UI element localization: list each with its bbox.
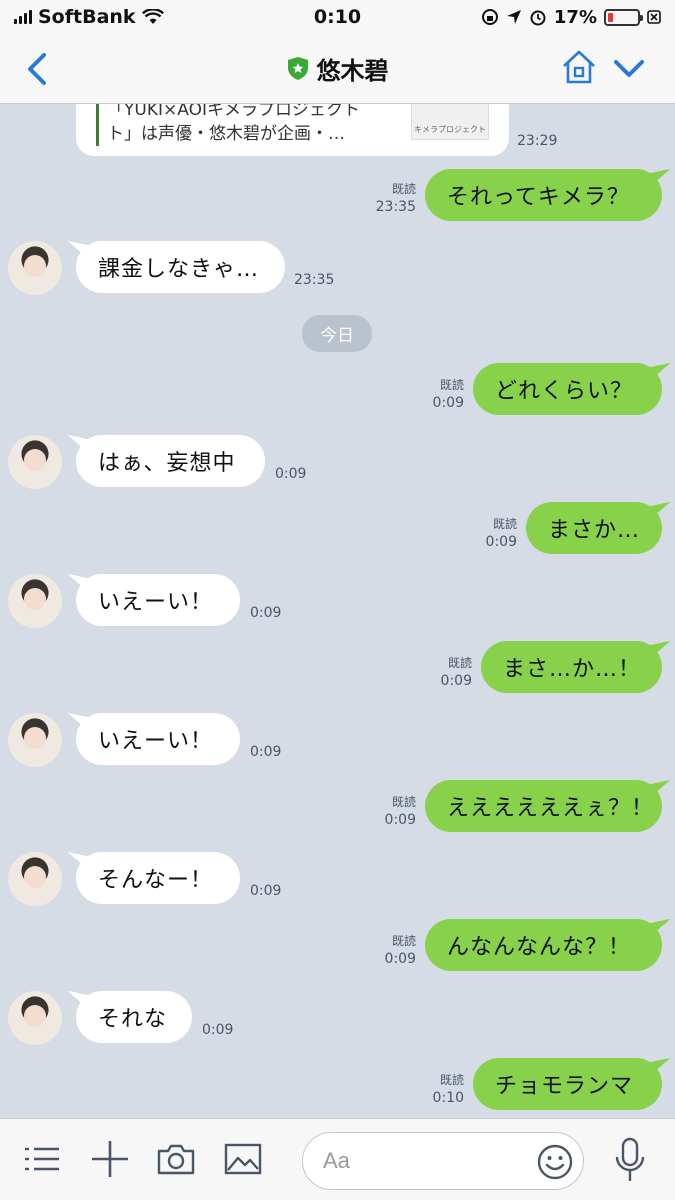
verified-shield-icon [287,57,308,80]
message-input-placeholder: Aa [323,1148,350,1173]
message-time: 0:09 [202,1022,234,1038]
incoming-message[interactable]: いえーい！ [76,574,240,626]
incoming-message[interactable]: いえーい！ [76,713,240,765]
incoming-message[interactable]: それな [76,991,192,1043]
read-receipt: 既読 0:09 [366,932,416,968]
home-icon[interactable] [560,48,598,88]
battery-percent: 17% [553,6,597,28]
outgoing-message[interactable]: どれくらい？ [473,363,662,415]
chevron-left-icon [28,53,46,85]
read-receipt: 既読 23:35 [366,180,416,216]
battery-icon [604,8,643,26]
outgoing-message[interactable]: チョモランマ [473,1058,662,1110]
camera-icon[interactable] [156,1139,196,1179]
signal-icon [14,10,32,24]
read-label: 既読 [447,656,472,670]
message-time: 0:09 [440,673,472,689]
rotation-lock-icon [481,9,498,25]
link-preview-line2: ト」は声優・悠木碧が企画・… [107,124,345,144]
message-input[interactable]: Aa [302,1132,584,1190]
charging-icon [647,10,661,24]
incoming-message[interactable]: はぁ、妄想中 [76,435,265,487]
outgoing-message[interactable]: んなんなんな？！ [425,919,662,971]
message-time: 0:09 [275,466,307,482]
read-receipt: 既読 0:09 [366,793,416,829]
link-preview-thumb-text: キメラプロジェクト [414,125,486,134]
location-icon [506,10,521,24]
avatar[interactable] [8,713,62,767]
read-label: 既読 [391,934,416,948]
image-icon[interactable] [223,1139,263,1179]
read-receipt: 既読 0:09 [414,376,464,412]
avatar[interactable] [8,852,62,906]
message-time: 0:09 [250,605,282,621]
incoming-message[interactable]: そんなー！ [76,852,240,904]
list-icon[interactable] [22,1139,62,1179]
message-time: 23:35 [375,199,416,215]
avatar[interactable] [8,574,62,628]
read-receipt: 既読 0:09 [422,654,472,690]
chat-header: 悠木碧 [0,34,675,104]
read-label: 既読 [391,795,416,809]
read-label: 既読 [391,182,416,196]
outgoing-message[interactable]: それってキメラ？ [425,169,662,221]
link-preview-thumbnail: キメラプロジェクト [411,104,489,140]
microphone-icon[interactable] [612,1137,648,1183]
avatar[interactable] [8,435,62,489]
avatar[interactable] [8,991,62,1045]
plus-icon[interactable] [90,1139,130,1179]
date-separator: 今日 [302,315,372,352]
carrier-label: SoftBank [38,6,136,28]
message-time: 0:09 [250,883,282,899]
input-toolbar: Aa [0,1118,675,1200]
outgoing-message[interactable]: まさか… [526,502,662,554]
smiley-icon[interactable] [537,1144,573,1180]
message-time: 0:10 [432,1090,464,1106]
incoming-message[interactable]: 課金しなきゃ… [76,241,285,293]
avatar[interactable] [8,241,62,295]
chat-title: 悠木碧 [316,57,389,85]
status-bar: SoftBank 0:10 17% [0,0,675,34]
wifi-icon [141,9,164,24]
message-time: 0:09 [485,534,517,550]
outgoing-message[interactable]: ええええええぇ？！ [425,780,662,832]
back-button[interactable] [20,50,54,88]
message-time: 0:09 [384,812,416,828]
read-receipt: 既読 0:10 [414,1071,464,1107]
alarm-icon [530,10,546,26]
message-time: 0:09 [250,744,282,760]
message-time: 0:09 [384,951,416,967]
message-time: 23:35 [294,272,335,288]
link-preview-line1: 「YUKI×AOIキメラプロジェクト [107,104,360,120]
message-time: 0:09 [432,395,464,411]
outgoing-message[interactable]: まさ…か…！ [481,641,662,693]
read-label: 既読 [439,378,464,392]
chevron-down-icon[interactable] [612,52,646,86]
read-label: 既読 [492,517,517,531]
message-time: 23:29 [517,133,558,149]
read-receipt: 既読 0:09 [467,515,517,551]
message-list[interactable]: 「YUKI×AOIキメラプロジェクト ト」は声優・悠木碧が企画・… キメラプロジ… [0,104,675,1118]
link-preview-card[interactable]: 「YUKI×AOIキメラプロジェクト ト」は声優・悠木碧が企画・… キメラプロジ… [76,104,509,156]
read-label: 既読 [439,1073,464,1087]
